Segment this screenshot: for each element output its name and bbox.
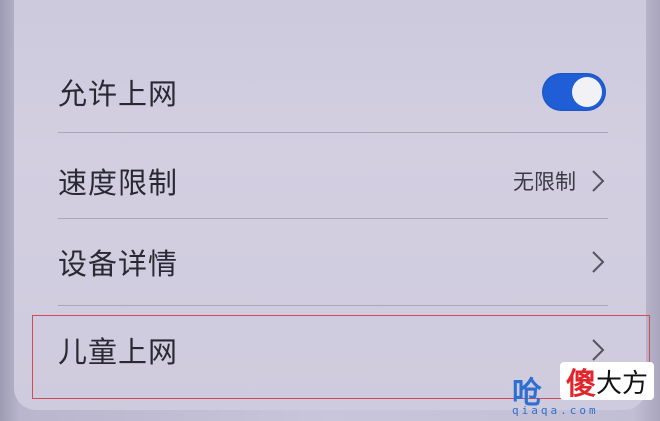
allow-internet-row[interactable]: 允许上网: [14, 40, 646, 144]
phone-screen: 允许上网 速度限制 无限制 设备详情 儿童上网 呛 傻 大方 qiaqa.com: [0, 0, 660, 421]
watermark-badge: 傻大方: [560, 362, 654, 402]
toggle-knob: [572, 77, 602, 107]
allow-internet-toggle[interactable]: [542, 73, 606, 111]
speed-limit-label: 速度限制: [58, 166, 179, 200]
chevron-right-icon: [592, 170, 605, 192]
watermark-badge-char: 傻: [565, 367, 596, 402]
speed-limit-value: 无限制: [513, 170, 576, 194]
watermark-domain: qiaqa.com: [512, 404, 599, 417]
speed-limit-row[interactable]: 速度限制 无限制: [14, 133, 646, 229]
chevron-right-icon: [592, 251, 605, 273]
watermark-badge-text: 大方: [595, 368, 648, 399]
allow-internet-label: 允许上网: [58, 77, 179, 111]
device-details-label: 设备详情: [58, 247, 179, 281]
device-details-row[interactable]: 设备详情: [14, 219, 646, 305]
watermark-logo: 呛 傻大方 qiaqa.com: [512, 362, 657, 420]
